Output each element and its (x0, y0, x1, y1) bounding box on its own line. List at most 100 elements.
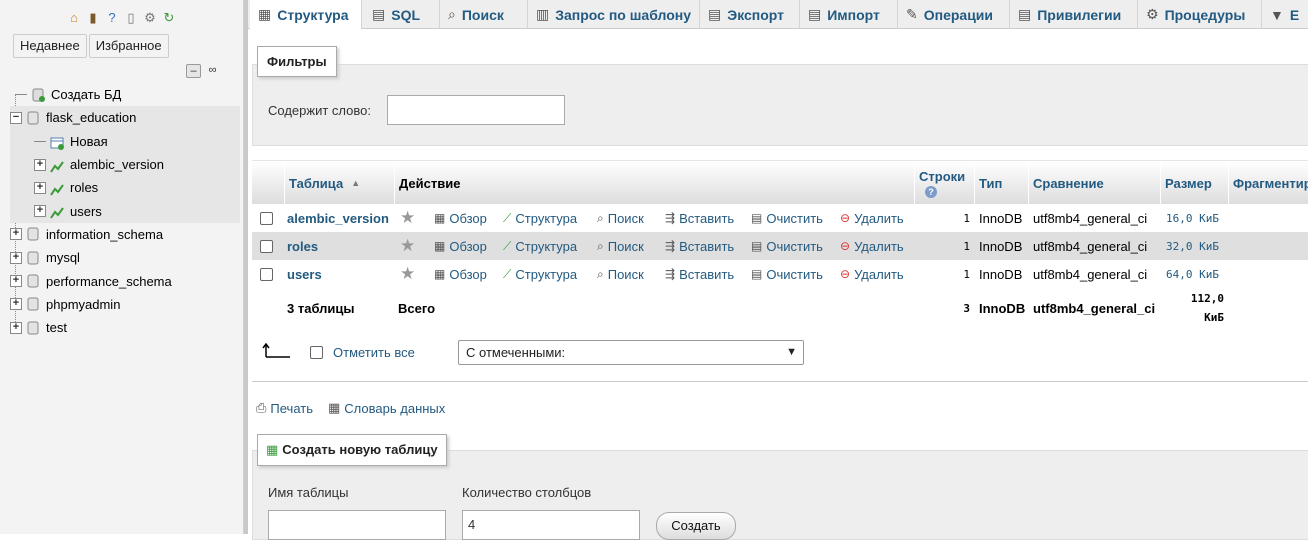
db-node-test[interactable]: + test (10, 316, 240, 339)
table-node-roles[interactable]: + roles (10, 176, 240, 200)
db-node-flask-education[interactable]: − flask_education (10, 106, 240, 130)
expand-icon[interactable]: + (10, 275, 22, 288)
size[interactable]: 16,0 КиБ (1166, 204, 1219, 232)
tab-sql[interactable]: ▤ SQL (364, 0, 440, 29)
header-overhead[interactable]: Фрагментир (1228, 161, 1308, 205)
help-icon[interactable]: ? (925, 185, 937, 198)
table-label[interactable]: users (70, 200, 102, 223)
browse-link[interactable]: ▦ Обзор (434, 260, 487, 288)
logout-icon[interactable]: ▮ (85, 10, 101, 26)
insert-link[interactable]: ⇶ Вставить (665, 204, 734, 232)
summary-row: 3 таблицы Всего 3 InnoDB utf8mb4_general… (252, 288, 1308, 328)
drop-link[interactable]: ⊖ Удалить (840, 260, 904, 288)
create-db-label[interactable]: Создать БД (51, 83, 121, 106)
filter-input[interactable] (387, 95, 565, 125)
help-icon[interactable]: ? (104, 10, 120, 26)
create-db-node[interactable]: Создать БД (10, 83, 240, 106)
reload-icon[interactable]: ↻ (161, 10, 177, 26)
browse-link[interactable]: ▦ Обзор (434, 204, 487, 232)
star-icon[interactable]: ★ (400, 264, 415, 284)
expand-icon[interactable]: + (10, 298, 22, 311)
empty-link[interactable]: ▤ Очистить (751, 232, 823, 260)
settings-icon[interactable]: ⚙ (142, 10, 158, 26)
table-node-users[interactable]: + users (10, 199, 240, 223)
collapse-icon[interactable]: − (10, 111, 22, 124)
row-checkbox[interactable] (260, 267, 273, 281)
size[interactable]: 32,0 КиБ (1166, 232, 1219, 260)
browse-link[interactable]: ▦ Обзор (434, 232, 487, 260)
tab-operations[interactable]: ✎ Операции (898, 0, 1010, 29)
data-dictionary-link[interactable]: ▦ Словарь данных (328, 400, 445, 416)
db-node-mysql[interactable]: + mysql (10, 246, 240, 269)
tab-structure[interactable]: ▦ Структура (250, 0, 362, 30)
columns-count-input[interactable]: 4 (462, 510, 640, 540)
docs-icon[interactable]: ▯ (123, 10, 139, 26)
db-label[interactable]: phpmyadmin (46, 293, 120, 316)
header-table[interactable]: Таблица ▲ (284, 161, 394, 205)
database-icon (26, 227, 40, 241)
db-label[interactable]: performance_schema (46, 270, 172, 293)
db-node-performance-schema[interactable]: + performance_schema (10, 269, 240, 292)
print-link[interactable]: ⎙ Печать (256, 400, 313, 416)
db-label[interactable]: information_schema (46, 223, 163, 246)
size[interactable]: 64,0 КиБ (1166, 260, 1219, 288)
new-table-node[interactable]: Новая (10, 129, 240, 153)
db-label[interactable]: mysql (46, 246, 80, 269)
with-selected-select[interactable]: С отмеченными: ▼ (458, 340, 804, 365)
tab-privileges[interactable]: ▤ Привилегии (1010, 0, 1138, 29)
collapse-all-icon[interactable]: – (186, 64, 201, 78)
header-rows[interactable]: Строки ? (914, 161, 974, 205)
create-button[interactable]: Создать (656, 512, 736, 540)
tab-import[interactable]: ▤ Импорт (800, 0, 898, 29)
table-name-input[interactable] (268, 510, 446, 540)
drop-link[interactable]: ⊖ Удалить (840, 204, 904, 232)
link-icon[interactable]: ∞ (205, 64, 220, 78)
tab-search[interactable]: ⌕ Поиск (440, 0, 528, 29)
table-label[interactable]: Новая (70, 130, 108, 153)
expand-icon[interactable]: + (10, 321, 22, 334)
table-node-alembic-version[interactable]: + alembic_version (10, 152, 240, 177)
star-icon[interactable]: ★ (400, 208, 415, 228)
star-icon[interactable]: ★ (400, 236, 415, 256)
header-collation[interactable]: Сравнение (1028, 161, 1160, 205)
home-icon[interactable]: ⌂ (66, 10, 82, 26)
expand-icon[interactable]: + (34, 158, 46, 171)
panel-splitter[interactable] (244, 0, 248, 534)
expand-icon[interactable]: + (34, 181, 46, 194)
check-all-label[interactable]: Отметить все (333, 345, 415, 360)
empty-link[interactable]: ▤ Очистить (751, 260, 823, 288)
insert-link[interactable]: ⇶ Вставить (665, 260, 734, 288)
expand-icon[interactable]: + (10, 251, 22, 264)
tab-more[interactable]: ▼ E (1262, 0, 1308, 29)
tab-query[interactable]: ▥ Запрос по шаблону (528, 0, 700, 29)
expand-icon[interactable]: + (10, 228, 22, 241)
structure-link[interactable]: ⟋ Структура (503, 204, 577, 232)
db-label[interactable]: test (46, 316, 67, 339)
table-name-link[interactable]: users (287, 260, 322, 288)
drop-link[interactable]: ⊖ Удалить (840, 232, 904, 260)
expand-icon[interactable]: + (34, 205, 46, 218)
favorites-button[interactable]: Избранное (88, 34, 169, 58)
db-label[interactable]: flask_education (46, 106, 136, 129)
db-node-information-schema[interactable]: + information_schema (10, 223, 240, 246)
header-type[interactable]: Тип (974, 161, 1028, 205)
search-link[interactable]: ⌕ Поиск (597, 232, 644, 260)
tab-export[interactable]: ▤ Экспорт (700, 0, 800, 29)
search-link[interactable]: ⌕ Поиск (597, 204, 644, 232)
table-label[interactable]: alembic_version (70, 153, 164, 176)
tab-routines[interactable]: ⚙ Процедуры (1138, 0, 1262, 29)
row-checkbox[interactable] (260, 211, 273, 225)
check-all-checkbox[interactable] (310, 346, 323, 359)
header-size[interactable]: Размер (1160, 161, 1228, 205)
search-link[interactable]: ⌕ Поиск (597, 260, 644, 288)
empty-link[interactable]: ▤ Очистить (751, 204, 823, 232)
row-checkbox[interactable] (260, 239, 273, 253)
recent-button[interactable]: Недавнее (13, 34, 87, 58)
db-node-phpmyadmin[interactable]: + phpmyadmin (10, 293, 240, 316)
structure-link[interactable]: ⟋ Структура (503, 232, 577, 260)
table-name-link[interactable]: alembic_version (287, 204, 389, 232)
structure-link[interactable]: ⟋ Структура (503, 260, 577, 288)
table-label[interactable]: roles (70, 176, 98, 199)
table-name-link[interactable]: roles (287, 232, 318, 260)
insert-link[interactable]: ⇶ Вставить (665, 232, 734, 260)
